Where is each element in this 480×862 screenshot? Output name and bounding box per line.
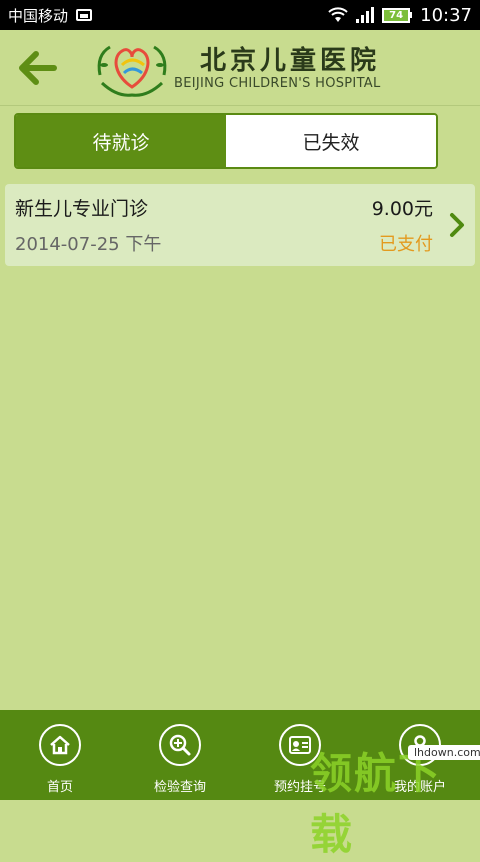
hospital-name-cn: 北京儿童医院	[200, 46, 381, 76]
back-arrow-icon[interactable]	[14, 46, 62, 90]
home-icon	[39, 724, 81, 766]
appointment-tabs: 待就诊 已失效	[14, 113, 438, 169]
record-title: 新生儿专业门诊	[15, 198, 149, 220]
nav-home-label: 首页	[46, 780, 73, 795]
record-price: 9.00元	[371, 198, 433, 220]
nav-account-label: 我的账户	[393, 780, 446, 795]
battery-icon: 74	[382, 7, 413, 23]
record-status: 已支付	[379, 234, 433, 255]
tab-expired[interactable]: 已失效	[226, 115, 436, 167]
zoom-in-icon	[159, 724, 201, 766]
hospital-name-en: BEIJING CHILDREN'S HOSPITAL	[174, 76, 381, 91]
nav-home[interactable]: 首页	[0, 710, 120, 800]
hospital-logo-icon	[97, 45, 167, 97]
battery-level: 74	[382, 7, 411, 23]
status-right: 74 10:37	[328, 5, 472, 26]
watermark-url: lhdown.com	[408, 745, 480, 760]
wifi-icon	[328, 7, 348, 22]
nav-booking-label: 预约挂号	[273, 780, 326, 795]
status-left: 中国移动	[8, 5, 93, 26]
appointment-record[interactable]: 新生儿专业门诊 9.00元 2014-07-25 下午 已支付	[5, 184, 475, 266]
signal-icon	[356, 7, 375, 23]
nav-booking[interactable]: 预约挂号	[240, 710, 360, 800]
record-date: 2014-07-25 下午	[15, 234, 162, 255]
tab-pending[interactable]: 待就诊	[16, 115, 226, 167]
chevron-right-icon	[450, 213, 464, 237]
clock: 10:37	[420, 4, 472, 26]
nav-lab-query-label: 检验查询	[153, 780, 206, 795]
card-icon	[279, 724, 321, 766]
image-notification-icon	[76, 9, 93, 21]
status-bar: 中国移动 74 10:37	[0, 0, 480, 30]
nav-lab-query[interactable]: 检验查询	[120, 710, 240, 800]
app-header: 北京儿童医院 BEIJING CHILDREN'S HOSPITAL	[0, 30, 480, 106]
carrier-name: 中国移动	[8, 6, 69, 25]
